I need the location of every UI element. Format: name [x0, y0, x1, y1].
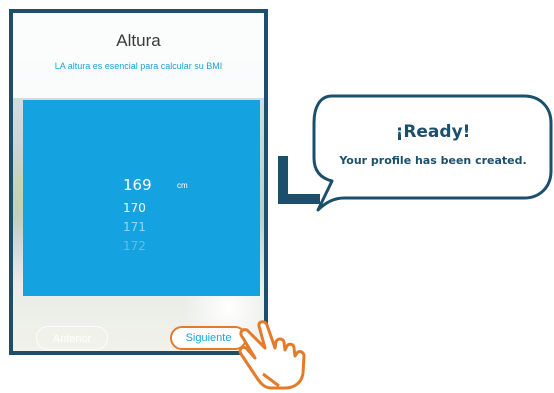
- picker-selected-value[interactable]: 169: [123, 176, 152, 194]
- picker-option[interactable]: 171: [123, 220, 146, 234]
- callout-heading: ¡Ready!: [395, 122, 471, 142]
- picker-option[interactable]: 172: [123, 239, 146, 253]
- picker-unit: cm: [177, 181, 188, 190]
- previous-button[interactable]: Anterior: [36, 326, 108, 350]
- page-subtitle: LA altura es esencial para calcular su B…: [54, 61, 223, 71]
- phone-screen: Altura LA altura es esencial para calcul…: [9, 9, 268, 355]
- height-picker[interactable]: 169 cm 170 171 172: [23, 100, 260, 296]
- callout-message: Your profile has been created.: [339, 154, 527, 167]
- page-title: Altura: [116, 31, 161, 50]
- picker-option[interactable]: 170: [123, 201, 146, 215]
- pointing-hand-icon: [238, 320, 306, 390]
- screen-header: Altura LA altura es esencial para calcul…: [13, 13, 264, 98]
